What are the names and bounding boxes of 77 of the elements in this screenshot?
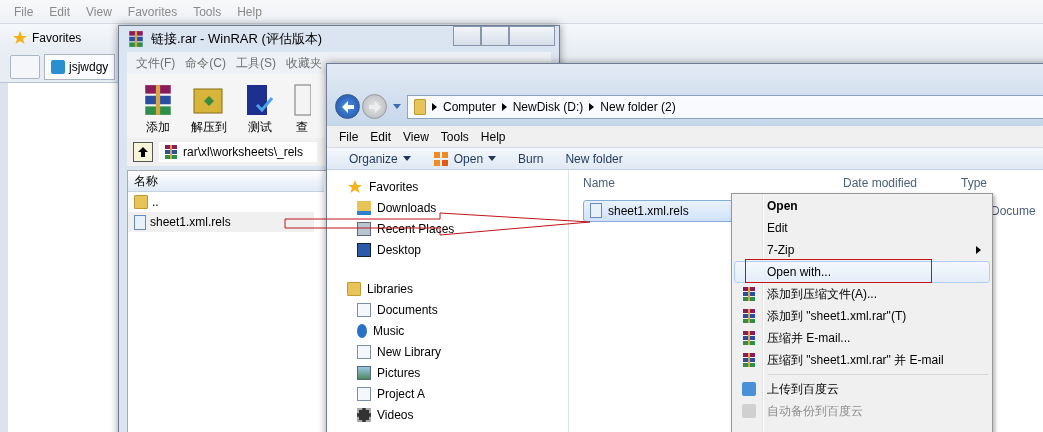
path-field[interactable]: rar\xl\worksheets\_rels [159, 142, 317, 162]
office-icon [432, 150, 449, 167]
star-icon [12, 29, 28, 46]
menu-item[interactable]: Tools [434, 129, 475, 144]
maximize-button[interactable] [481, 26, 509, 46]
toolbar-button[interactable]: New folder [559, 149, 629, 168]
nav-item[interactable]: Libraries [347, 279, 568, 300]
minimize-button[interactable] [453, 26, 481, 46]
nav-item[interactable]: Downloads [347, 198, 568, 219]
file-row[interactable]: sheet1.xml.rels [128, 212, 314, 232]
menu-item[interactable]: 上传到百度云 [734, 378, 990, 400]
archive-books-icon [741, 330, 757, 346]
breadcrumb-item[interactable]: New folder (2) [600, 100, 676, 115]
toolbar-button[interactable]: 测试 [239, 83, 281, 136]
column-header[interactable]: Date modified [843, 176, 961, 190]
close-button[interactable] [509, 26, 555, 46]
breadcrumb-item[interactable]: Computer [443, 100, 496, 115]
menu-item[interactable]: 收藏夹 [281, 54, 327, 72]
nav-item[interactable]: Desktop [347, 240, 568, 261]
nav-item[interactable]: Music [347, 321, 568, 342]
folder-icon [414, 99, 426, 116]
menu-item[interactable]: 添加到 "sheet1.xml.rar"(T) [734, 305, 990, 327]
caret-icon [488, 156, 497, 162]
column-header[interactable]: 名称 [128, 171, 324, 192]
picture-icon [357, 243, 371, 258]
nav-item[interactable]: Pictures [347, 363, 568, 384]
menu-item[interactable]: 文件(F) [131, 54, 181, 72]
chevron-icon[interactable] [432, 103, 437, 112]
archive-books-icon [163, 144, 179, 160]
menu-item[interactable]: 压缩并 E-mail... [734, 327, 990, 349]
site-icon [51, 59, 65, 74]
submenu-arrow-icon [976, 246, 981, 254]
menu-item[interactable]: 7-Zip [734, 239, 990, 261]
nav-item[interactable]: Documents [347, 300, 568, 321]
caret-icon [402, 156, 411, 162]
file-row[interactable]: .. [128, 192, 314, 212]
toolbar-button[interactable]: Open [426, 148, 503, 169]
toolbar-button[interactable]: Organize [343, 149, 417, 168]
menu-item[interactable]: 工具(S) [231, 54, 281, 72]
menu-item[interactable]: View [397, 129, 435, 144]
up-folder-button[interactable] [133, 142, 153, 162]
browser-tab[interactable]: jsjwdgy [44, 53, 116, 80]
folder-icon [134, 195, 148, 209]
menu-item[interactable]: 压缩到 "sheet1.xml.rar" 并 E-mail [734, 349, 990, 371]
back-button[interactable] [335, 94, 360, 120]
menu-item[interactable]: Help [474, 129, 512, 144]
window-title: 链接.rar - WinRAR (评估版本) [151, 30, 323, 48]
column-header[interactable]: Type [961, 176, 987, 190]
nav-item[interactable]: Favorites [347, 177, 568, 198]
menu-item[interactable]: 添加到压缩文件(A)... [734, 283, 990, 305]
up-arrow-icon [137, 146, 149, 158]
menu-item[interactable]: File [333, 129, 365, 144]
toolbar-button[interactable]: 解压到 [187, 83, 231, 136]
breadcrumb-item[interactable]: NewDisk (D:) [512, 100, 584, 115]
picture-icon [357, 366, 371, 381]
toolbar-button[interactable]: 查 [289, 83, 315, 136]
forward-arrow-icon [366, 98, 383, 115]
toolbar-button[interactable]: 添加 [137, 83, 179, 136]
download-folder-icon [357, 201, 371, 216]
column-header[interactable]: Name [583, 176, 843, 190]
toolbar-button[interactable]: Burn [512, 149, 550, 168]
chevron-icon[interactable] [589, 103, 595, 112]
address-bar[interactable]: Computer NewDisk (D:) New folder (2) [407, 95, 1043, 120]
menu-item[interactable]: Edit [364, 129, 398, 144]
archive-books-icon [741, 352, 757, 368]
archive-books-icon [741, 286, 757, 302]
menu-item[interactable]: 命令(C) [180, 54, 231, 72]
chevron-icon[interactable] [501, 103, 507, 112]
nav-item[interactable]: Project A [347, 384, 568, 405]
nav-item[interactable]: Videos [347, 405, 568, 426]
menu-item[interactable]: Open with... [734, 261, 990, 283]
nav-item[interactable]: Recent Places [347, 219, 568, 240]
favorites-button[interactable]: Favorites [8, 27, 86, 48]
library-folder-icon [347, 282, 361, 297]
nav-item[interactable]: New Library [347, 342, 568, 363]
archive-books-icon [741, 308, 757, 324]
archive-books-icon [127, 30, 145, 48]
